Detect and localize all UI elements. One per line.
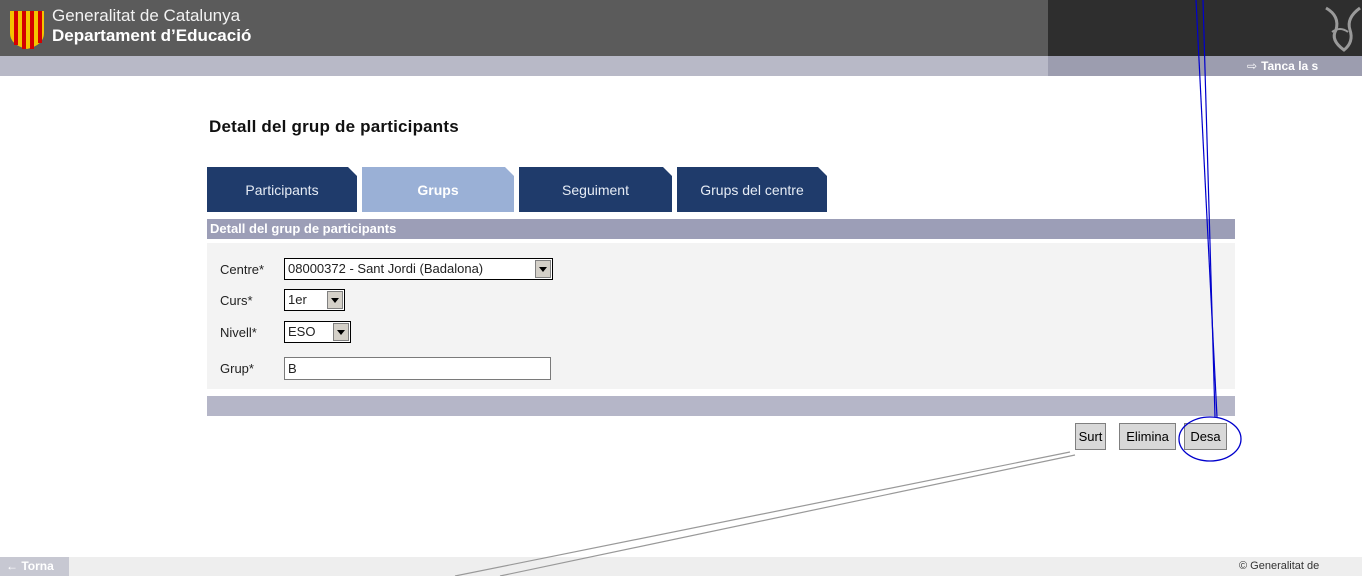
department-name: Departament d’Educació — [52, 26, 252, 45]
emblem-icon — [1325, 6, 1361, 52]
logout-link[interactable]: ⇨ Tanca la s — [1247, 59, 1318, 73]
tab-seguiment[interactable]: Seguiment — [519, 167, 672, 212]
back-button[interactable]: ← Torna — [0, 557, 69, 576]
curs-label: Curs* — [220, 293, 253, 308]
centre-label: Centre* — [220, 262, 265, 277]
tab-grups[interactable]: Grups — [362, 167, 514, 212]
surt-button[interactable]: Surt — [1075, 423, 1106, 450]
desa-button[interactable]: Desa — [1184, 423, 1227, 450]
tab-label: Seguiment — [562, 181, 629, 198]
tab-grups-del-centre[interactable]: Grups del centre — [677, 167, 827, 212]
centre-select[interactable]: 08000372 - Sant Jordi (Badalona) — [284, 258, 553, 280]
curs-value: 1er — [288, 292, 307, 307]
grup-value: B — [288, 361, 297, 376]
centre-value: 08000372 - Sant Jordi (Badalona) — [288, 261, 484, 276]
nivell-label: Nivell* — [220, 325, 257, 340]
tab-participants[interactable]: Participants — [207, 167, 357, 212]
grup-input[interactable]: B — [284, 357, 551, 380]
logout-label: Tanca la s — [1261, 59, 1319, 73]
generalitat-logo-icon — [10, 11, 44, 49]
header-dark-panel — [1048, 0, 1362, 56]
brand-name: Generalitat de Catalunya — [52, 6, 241, 25]
page-title: Detall del grup de participants — [209, 117, 459, 136]
tab-label: Participants — [245, 181, 319, 198]
tab-label: Grups — [417, 181, 459, 198]
exit-arrow-icon: ⇨ — [1247, 59, 1258, 73]
nivell-value: ESO — [288, 324, 316, 339]
chevron-down-icon[interactable] — [327, 291, 343, 309]
grup-label: Grup* — [220, 361, 254, 376]
tab-label: Grups del centre — [700, 181, 804, 198]
section-header: Detall del grup de participants — [207, 219, 1235, 239]
copyright-text: © Generalitat de — [1239, 560, 1320, 572]
curs-select[interactable]: 1er — [284, 289, 345, 311]
elimina-button[interactable]: Elimina — [1119, 423, 1176, 450]
chevron-down-icon[interactable] — [333, 323, 349, 341]
chevron-down-icon[interactable] — [535, 260, 551, 278]
nivell-select[interactable]: ESO — [284, 321, 351, 343]
page-footer — [0, 557, 1362, 576]
form-footer-bar — [207, 396, 1235, 416]
